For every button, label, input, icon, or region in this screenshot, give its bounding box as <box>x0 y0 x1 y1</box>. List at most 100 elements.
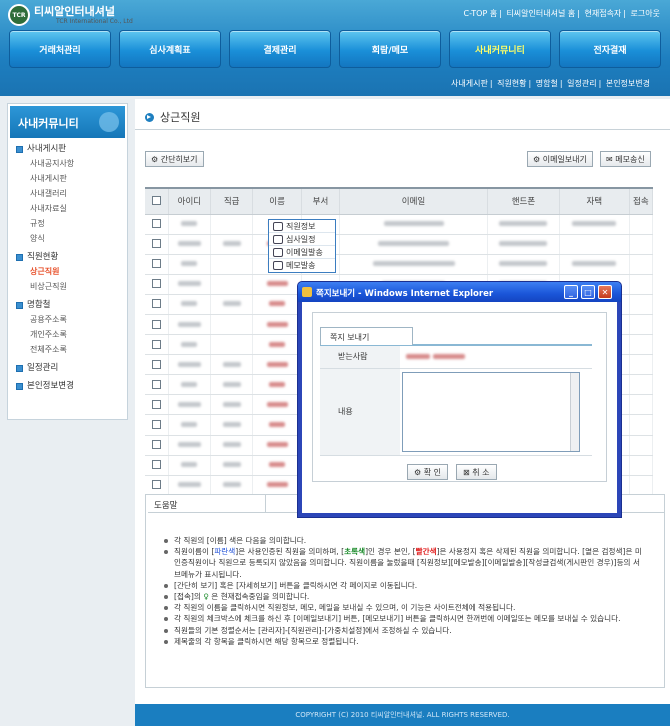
col-email[interactable]: 이메일 <box>339 187 489 215</box>
row-checkbox-cell[interactable] <box>145 254 169 275</box>
menu-approval[interactable]: 전자결재 <box>559 30 661 68</box>
select-all-checkbox[interactable] <box>151 196 161 206</box>
submenu-cards[interactable]: 명함철 <box>536 79 558 88</box>
table-row[interactable] <box>145 214 654 235</box>
row-checkbox-cell[interactable] <box>145 314 169 336</box>
row-checkbox[interactable] <box>151 460 161 470</box>
sidebar-item-fulltime[interactable]: 상근직원 <box>8 264 127 279</box>
cell-name[interactable] <box>252 274 302 295</box>
redacted-name[interactable] <box>266 361 288 367</box>
ctx-schedule[interactable]: 심사일정 <box>269 233 335 246</box>
simple-view-button[interactable]: ⚙ 간단히보기 <box>145 151 204 167</box>
cell-email[interactable] <box>339 234 489 255</box>
top-link-logout[interactable]: 로그아웃 <box>631 9 660 18</box>
redacted-name[interactable] <box>266 442 288 448</box>
submenu-board[interactable]: 사내게시판 <box>451 79 488 88</box>
top-link-ctop[interactable]: C-TOP 홈 <box>464 9 498 18</box>
col-name[interactable]: 이름 <box>252 187 302 215</box>
sidebar-item-rules[interactable]: 규정 <box>8 216 127 231</box>
row-checkbox[interactable] <box>151 339 161 349</box>
redacted-name[interactable] <box>266 401 288 407</box>
confirm-button[interactable]: ⚙ 확 인 <box>407 464 448 480</box>
row-checkbox-cell[interactable] <box>145 354 169 376</box>
cell-name[interactable] <box>252 354 302 376</box>
redacted-name[interactable] <box>269 341 286 347</box>
sidebar-item-public-contacts[interactable]: 공용주소록 <box>8 312 127 327</box>
col-dept[interactable]: 부서 <box>301 187 341 215</box>
row-checkbox-cell[interactable] <box>145 334 169 356</box>
table-row[interactable] <box>145 234 654 255</box>
row-checkbox[interactable] <box>151 419 161 429</box>
dialog-titlebar[interactable]: 쪽지보내기 - Windows Internet Explorer _ □ ✕ <box>298 282 621 302</box>
cell-name[interactable] <box>252 374 302 396</box>
sidebar-group-board[interactable]: 사내게시판 <box>8 142 127 156</box>
brand-logo[interactable]: TCR 티씨알인터내셔널 TCR International Co., Ltd <box>8 4 133 26</box>
sidebar-item-gallery[interactable]: 사내갤러리 <box>8 186 127 201</box>
cell-name[interactable] <box>252 394 302 416</box>
select-all-header[interactable] <box>145 187 169 215</box>
sidebar-item-parttime[interactable]: 비상근직원 <box>8 279 127 294</box>
sidebar-item-board[interactable]: 사내게시판 <box>8 171 127 186</box>
message-textarea[interactable] <box>402 371 580 452</box>
redacted-name[interactable] <box>266 281 288 287</box>
maximize-icon[interactable]: □ <box>581 285 595 299</box>
redacted-name[interactable] <box>269 301 286 307</box>
menu-audit-plan[interactable]: 심사계획표 <box>119 30 221 68</box>
close-icon[interactable]: ✕ <box>598 285 612 299</box>
row-checkbox[interactable] <box>151 239 161 249</box>
sidebar-group-profile[interactable]: 본인정보변경 <box>8 379 127 393</box>
submenu-staff[interactable]: 직원현황 <box>497 79 526 88</box>
sidebar-group-schedule[interactable]: 일정관리 <box>8 361 127 375</box>
ctx-memo[interactable]: 메모발송 <box>269 259 335 272</box>
row-checkbox-cell[interactable] <box>145 234 169 255</box>
row-checkbox-cell[interactable] <box>145 455 169 476</box>
col-online[interactable]: 접속 <box>629 187 654 215</box>
row-checkbox-cell[interactable] <box>145 294 169 315</box>
send-memo-button[interactable]: ✉ 메모송신 <box>600 151 651 167</box>
minimize-icon[interactable]: _ <box>564 285 578 299</box>
row-checkbox[interactable] <box>151 480 161 490</box>
ctx-staff-info[interactable]: 직원정보 <box>269 220 335 233</box>
row-checkbox[interactable] <box>151 299 161 309</box>
col-id[interactable]: 아이디 <box>168 187 212 215</box>
row-checkbox[interactable] <box>151 359 161 369</box>
col-mobile[interactable]: 핸드폰 <box>487 187 560 215</box>
col-home[interactable]: 자택 <box>559 187 630 215</box>
redacted-name[interactable] <box>269 421 286 427</box>
redacted-name[interactable] <box>266 321 288 327</box>
send-email-button[interactable]: ⚙ 이메일보내기 <box>527 151 593 167</box>
table-row[interactable] <box>145 254 654 275</box>
submenu-schedule[interactable]: 일정관리 <box>567 79 596 88</box>
row-checkbox-cell[interactable] <box>145 394 169 416</box>
row-checkbox-cell[interactable] <box>145 214 169 235</box>
row-checkbox[interactable] <box>151 219 161 229</box>
sidebar-item-all-contacts[interactable]: 전체주소록 <box>8 342 127 357</box>
row-checkbox[interactable] <box>151 440 161 450</box>
cell-name[interactable] <box>252 475 302 496</box>
sidebar-item-forms[interactable]: 양식 <box>8 231 127 246</box>
top-link-users-online[interactable]: 현재접속자 <box>584 9 621 18</box>
cell-name[interactable] <box>252 314 302 336</box>
redacted-name[interactable] <box>269 381 286 387</box>
row-checkbox-cell[interactable] <box>145 274 169 295</box>
cell-name[interactable] <box>252 294 302 315</box>
redacted-name[interactable] <box>266 482 288 488</box>
row-checkbox-cell[interactable] <box>145 475 169 496</box>
cell-name[interactable] <box>252 334 302 356</box>
submenu-profile[interactable]: 본인정보변경 <box>606 79 650 88</box>
cell-name[interactable] <box>252 455 302 476</box>
cell-email[interactable] <box>339 214 489 235</box>
cell-name[interactable] <box>252 414 302 436</box>
sidebar-item-private-contacts[interactable]: 개인주소록 <box>8 327 127 342</box>
menu-payment[interactable]: 결제관리 <box>229 30 331 68</box>
top-link-home[interactable]: 티씨알인터내셔널 홈 <box>506 9 575 18</box>
row-checkbox[interactable] <box>151 399 161 409</box>
row-checkbox-cell[interactable] <box>145 414 169 436</box>
row-checkbox[interactable] <box>151 279 161 289</box>
row-checkbox[interactable] <box>151 319 161 329</box>
menu-community[interactable]: 사내커뮤니티 <box>449 30 551 68</box>
cell-email[interactable] <box>339 254 489 275</box>
ctx-email[interactable]: 이메일발송 <box>269 246 335 259</box>
row-checkbox[interactable] <box>151 259 161 269</box>
sidebar-item-archive[interactable]: 사내자료실 <box>8 201 127 216</box>
